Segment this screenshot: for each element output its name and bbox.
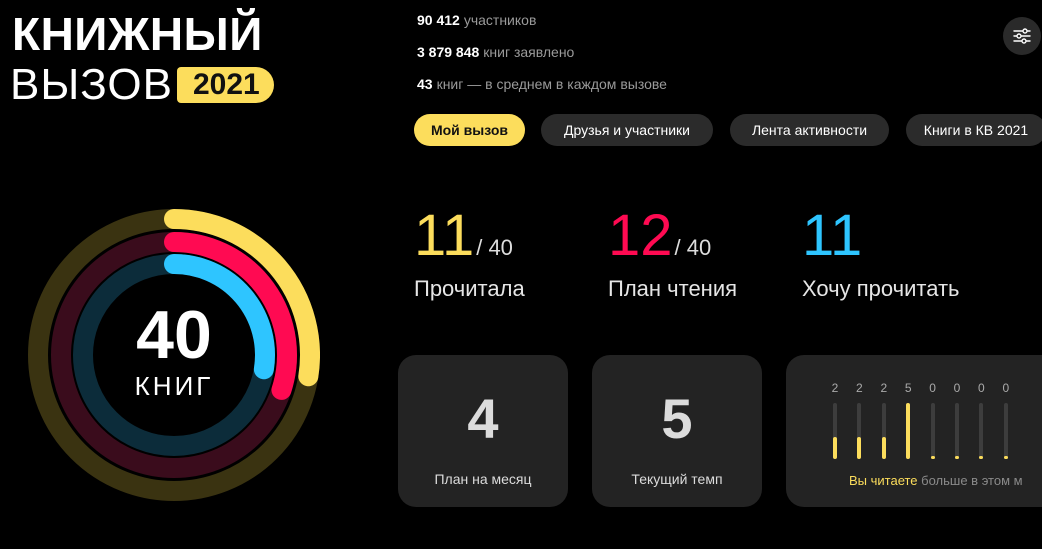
counter-want[interactable]: 11 Хочу прочитать: [802, 204, 960, 302]
month-bar-track: [930, 403, 935, 459]
month-bar: 2: [825, 381, 845, 459]
progress-rings: 40 КНИГ: [28, 209, 320, 501]
tab-friends[interactable]: Друзья и участники: [541, 114, 713, 146]
month-bar-track: [955, 403, 959, 459]
month-bar: 0: [923, 381, 943, 459]
counter-plan[interactable]: 12/ 40 План чтения: [608, 204, 737, 302]
month-bar: 0: [947, 381, 967, 459]
month-bar-fill: [930, 456, 935, 459]
month-bar-fill: [979, 456, 984, 459]
ring-goal-unit: КНИГ: [134, 370, 214, 401]
sliders-icon: [1013, 28, 1031, 44]
month-bar: 2: [849, 381, 869, 459]
month-bar-track: [881, 403, 886, 459]
stat-label: книг — в среднем в каждом вызове: [436, 76, 667, 92]
month-bar-track: [833, 403, 837, 459]
stat-label: книг заявлено: [483, 44, 575, 60]
logo-title: КНИЖНЫЙ: [12, 8, 263, 60]
month-bar-fill: [906, 403, 911, 459]
month-bar-value: 0: [1002, 381, 1010, 395]
card-monthly-plan: 4 План на месяц: [398, 355, 568, 507]
counter-total: / 40: [476, 235, 513, 260]
month-bar: 0: [996, 381, 1016, 459]
stat-label: участников: [463, 12, 537, 28]
month-bar-fill: [1003, 456, 1008, 459]
card-value: 4: [467, 387, 499, 450]
monthly-pace-card: 2 2 2 5 0 0 0 0 Вы читаете больше в этом м: [786, 355, 1042, 507]
month-bar-track: [857, 403, 862, 459]
stat-value: 43: [417, 76, 433, 92]
pace-note: Вы читаете больше в этом м: [849, 473, 1023, 488]
stat-value: 3 879 848: [417, 44, 480, 60]
logo-year-badge: 2021: [176, 67, 274, 103]
month-bar-value: 2: [856, 381, 863, 395]
card-label: Текущий темп: [631, 471, 723, 487]
month-bar: 0: [971, 381, 991, 459]
page: КНИЖНЫЙ ВЫЗОВ 2021 90 412 участников 3 87…: [0, 0, 1042, 549]
stat-books-declared: 3 879 848 книг заявлено: [417, 44, 574, 60]
logo-word: ВЫЗОВ: [10, 60, 173, 109]
counter-value: 12: [608, 203, 673, 268]
counter-label: Хочу прочитать: [802, 276, 960, 301]
month-bar-value: 2: [831, 381, 839, 395]
month-bar-fill: [881, 436, 886, 459]
stat-value: 90 412: [417, 12, 460, 28]
card-label: План на месяц: [434, 471, 532, 487]
counter-label: План чтения: [608, 276, 738, 301]
tab-books[interactable]: Книги в КВ 2021: [906, 114, 1042, 146]
month-bar-track: [1003, 403, 1008, 459]
month-bar-value: 0: [978, 381, 985, 395]
month-bar: 2: [874, 381, 894, 459]
month-bar-value: 0: [929, 381, 936, 395]
stat-average: 43 книг — в среднем в каждом вызове: [417, 76, 667, 92]
counter-read[interactable]: 11/ 40 Прочитала: [414, 204, 525, 302]
ring-goal-number: 40: [136, 296, 212, 373]
month-bar-fill: [833, 436, 837, 459]
month-bar-track: [979, 403, 984, 459]
month-bar-value: 2: [880, 381, 888, 395]
month-bar-fill: [857, 436, 862, 459]
pace-note-highlight: Вы читаете: [849, 473, 918, 488]
counter-value: 11: [414, 203, 475, 268]
settings-button[interactable]: [1003, 17, 1041, 55]
counter-total: / 40: [674, 235, 712, 260]
month-bar-value: 5: [904, 381, 912, 395]
month-bar: 5: [898, 381, 918, 459]
card-current-pace: 5 Текущий темп: [592, 355, 762, 507]
tab-activity-feed[interactable]: Лента активности: [730, 114, 889, 146]
card-value: 5: [661, 387, 693, 450]
ring-center: 40 КНИГ: [28, 209, 320, 501]
month-bar-track: [906, 403, 911, 459]
pace-note-text: больше в этом м: [917, 473, 1023, 488]
tab-my-challenge[interactable]: Мой вызов: [414, 114, 525, 146]
stat-participants: 90 412 участников: [417, 12, 536, 28]
month-bar-fill: [955, 456, 959, 459]
counter-label: Прочитала: [414, 276, 525, 301]
counter-value: 11: [802, 203, 863, 268]
logo-subtitle: ВЫЗОВ 2021: [10, 60, 274, 110]
month-bar-value: 0: [953, 381, 961, 395]
